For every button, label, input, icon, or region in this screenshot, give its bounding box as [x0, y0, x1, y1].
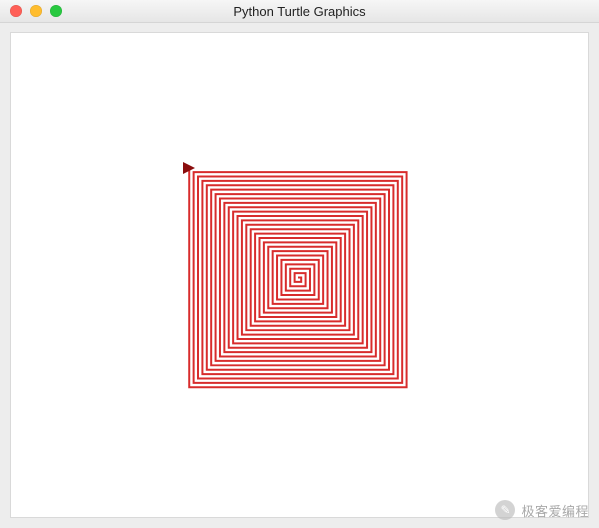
window-title: Python Turtle Graphics: [0, 4, 599, 19]
close-icon[interactable]: [10, 5, 22, 17]
titlebar[interactable]: Python Turtle Graphics: [0, 0, 599, 23]
turtle-cursor-icon: [183, 162, 195, 174]
spiral-path: [189, 168, 406, 388]
watermark-label: 极客爱编程: [521, 501, 589, 520]
spiral-drawing: [11, 33, 588, 517]
zoom-icon[interactable]: [50, 5, 62, 17]
watermark-icon: ✎: [495, 500, 515, 520]
app-window: Python Turtle Graphics ✎ 极客爱编程: [0, 0, 599, 528]
watermark: ✎ 极客爱编程: [495, 500, 589, 520]
traffic-lights: [10, 5, 62, 17]
minimize-icon[interactable]: [30, 5, 42, 17]
canvas-frame: [10, 32, 589, 518]
canvas: [11, 33, 588, 517]
